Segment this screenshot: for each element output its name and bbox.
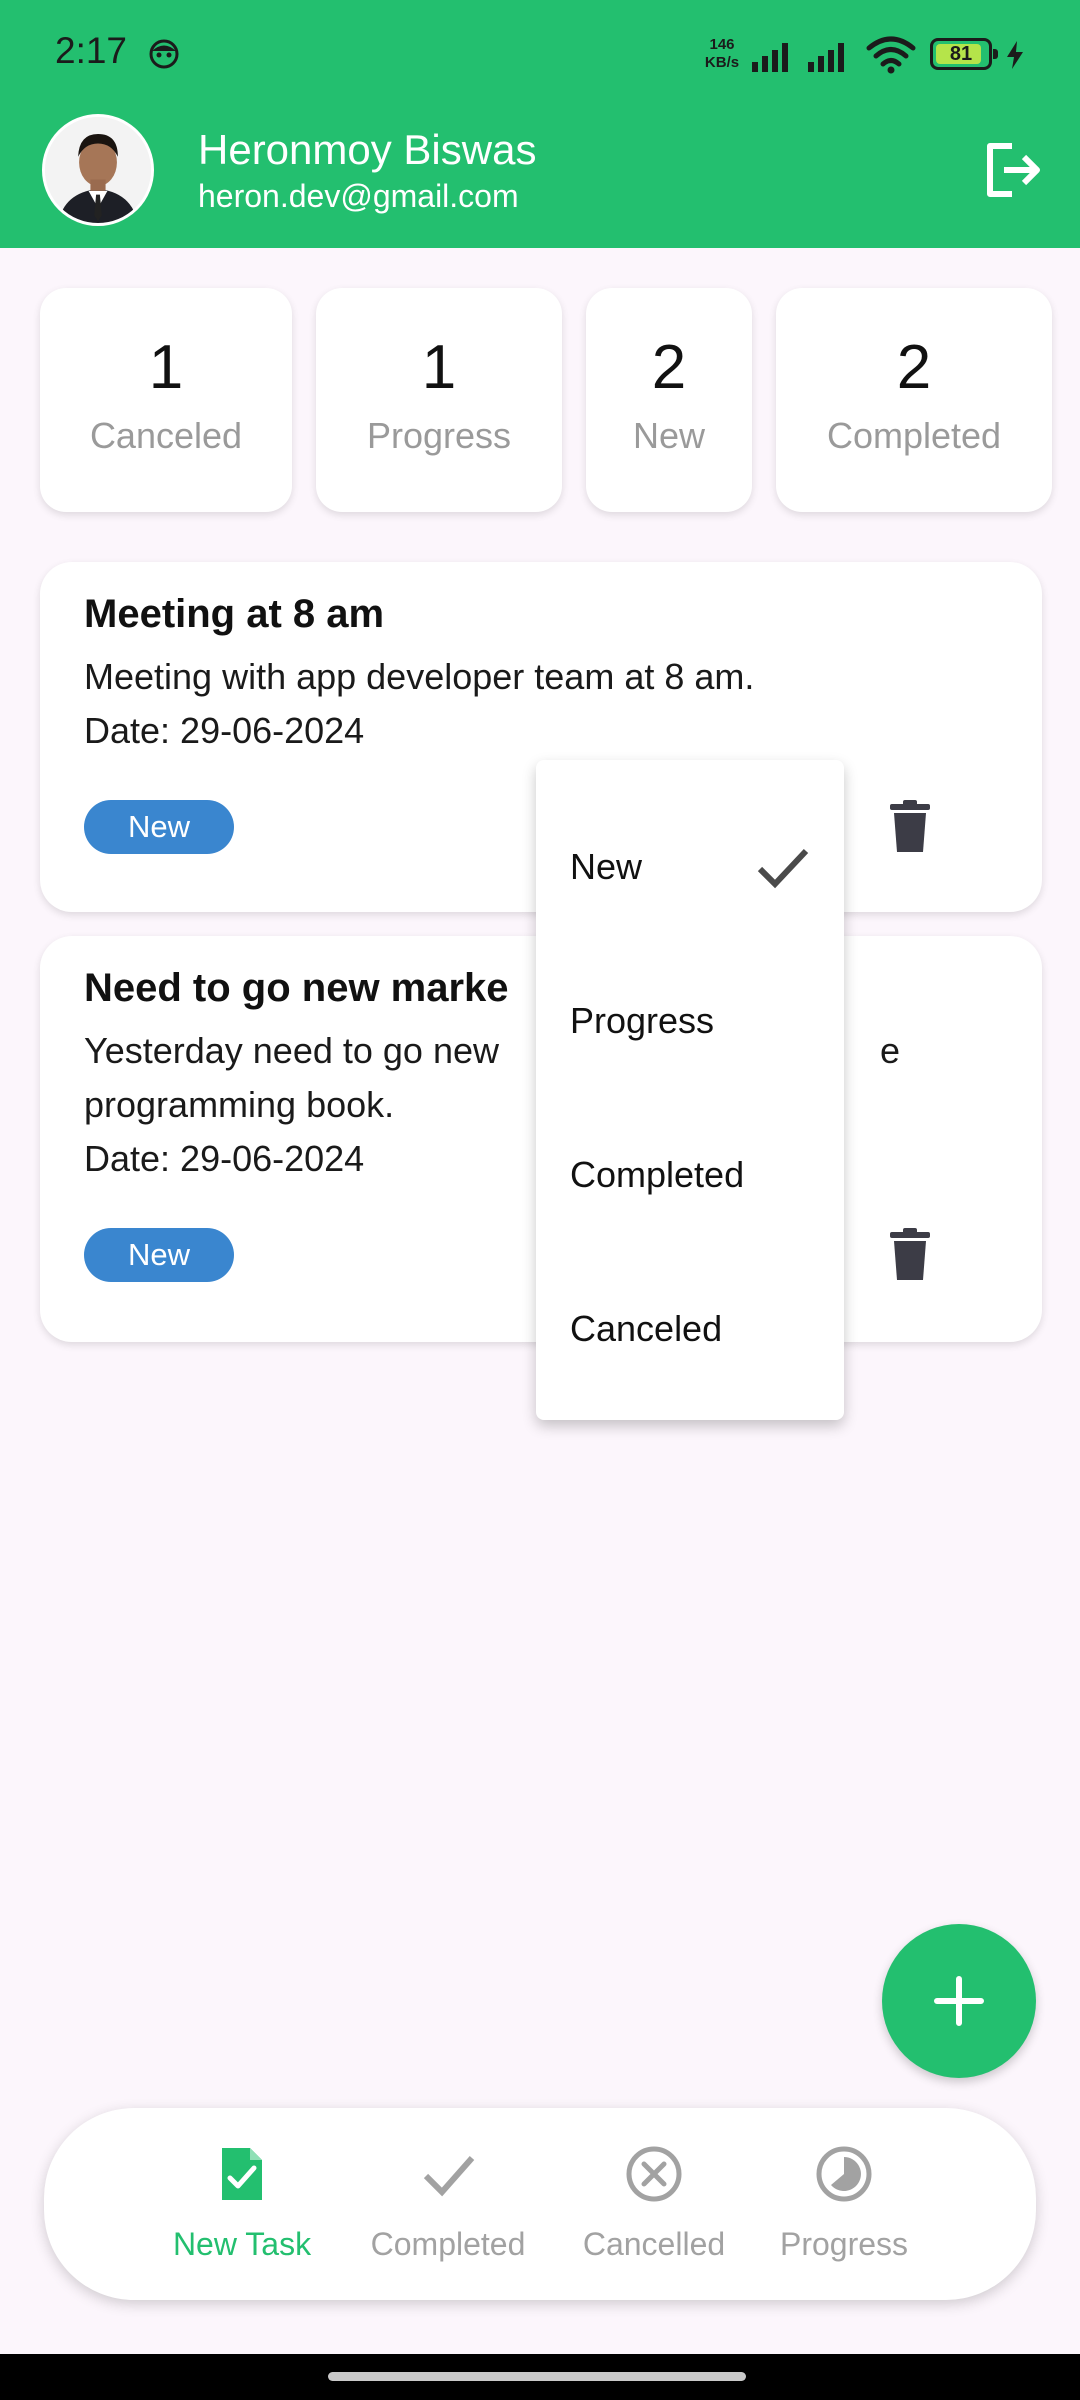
- status-menu: New Progress Completed Canceled: [536, 760, 844, 1420]
- task-description-line1: Yesterday need to go new: [84, 1030, 499, 1071]
- app-header: 2:17 146 KB/s 81 Heronmoy Biswas heron.d…: [0, 0, 1080, 248]
- menu-item-new[interactable]: New: [536, 792, 844, 942]
- plus-icon: [934, 1976, 984, 2026]
- system-gesture-bar: [0, 2354, 1080, 2400]
- avatar[interactable]: [42, 114, 154, 226]
- add-task-button[interactable]: [882, 1924, 1036, 2078]
- nav-label: Progress: [779, 2226, 909, 2262]
- menu-item-completed[interactable]: Completed: [536, 1100, 844, 1250]
- task-title: Meeting at 8 am: [84, 592, 385, 636]
- nav-label: Cancelled: [582, 2226, 726, 2262]
- summary-count: 1: [148, 333, 184, 402]
- menu-item-label: Canceled: [570, 1308, 723, 1349]
- nav-label: Completed: [370, 2226, 526, 2262]
- delete-icon[interactable]: [890, 800, 930, 852]
- summary-card-new: 2 New: [586, 288, 752, 512]
- battery-icon: 81: [930, 38, 998, 70]
- status-bar: 2:17 146 KB/s 81: [0, 0, 1080, 100]
- nav-item-progress[interactable]: Progress: [744, 2144, 944, 2274]
- summary-count: 2: [896, 333, 932, 402]
- bottom-navigation: New Task Completed Cancelled Progress: [44, 2108, 1036, 2300]
- progress-icon: [816, 2146, 872, 2202]
- summary-card-canceled: 1 Canceled: [40, 288, 292, 512]
- network-rate-value: 146: [709, 36, 735, 53]
- menu-item-canceled[interactable]: Canceled: [536, 1254, 844, 1404]
- battery-level: 81: [949, 43, 973, 65]
- nav-item-completed[interactable]: Completed: [348, 2144, 548, 2274]
- summary-label: Completed: [826, 415, 1002, 456]
- signal-icon: [752, 43, 788, 72]
- home-handle[interactable]: [328, 2372, 746, 2381]
- menu-item-label: Progress: [570, 1000, 715, 1041]
- network-rate-unit: KB/s: [704, 54, 740, 71]
- cancel-icon: [626, 2146, 682, 2202]
- task-date: Date: 29-06-2024: [84, 710, 365, 751]
- check-icon: [757, 848, 809, 889]
- summary-count: 2: [651, 333, 687, 402]
- nav-item-cancelled[interactable]: Cancelled: [554, 2144, 754, 2274]
- status-badge: New: [84, 800, 234, 854]
- task-description: Meeting with app developer team at 8 am.: [84, 656, 755, 697]
- nav-label: New Task: [172, 2226, 312, 2262]
- network-rate: 146 KB/s: [694, 36, 750, 72]
- user-email: heron.dev@gmail.com: [198, 178, 519, 214]
- menu-item-progress[interactable]: Progress: [536, 946, 844, 1096]
- task-description-tail: e: [880, 1030, 901, 1071]
- status-badge: New: [84, 1228, 234, 1282]
- task-date: Date: 29-06-2024: [84, 1138, 365, 1179]
- summary-label: Canceled: [89, 415, 243, 456]
- nav-item-new-task[interactable]: New Task: [142, 2144, 342, 2274]
- check-icon: [423, 2156, 475, 2197]
- summary-card-completed: 2 Completed: [776, 288, 1052, 512]
- summary-count: 1: [421, 333, 457, 402]
- profile-photo-icon: [45, 117, 151, 223]
- menu-item-label: Completed: [570, 1154, 745, 1195]
- face-icon: [149, 39, 179, 69]
- summary-card-progress: 1 Progress: [316, 288, 562, 512]
- wifi-icon: [866, 36, 916, 74]
- task-title: Need to go new marke: [84, 966, 509, 1010]
- summary-label: New: [632, 415, 706, 456]
- user-name: Heronmoy Biswas: [198, 126, 537, 173]
- status-time: 2:17: [55, 30, 128, 71]
- menu-item-label: New: [570, 846, 643, 887]
- charging-icon: [1007, 41, 1023, 69]
- logout-icon[interactable]: [982, 140, 1044, 200]
- summary-label: Progress: [366, 415, 512, 456]
- delete-icon[interactable]: [890, 1228, 930, 1280]
- new-task-icon: [222, 2148, 262, 2200]
- signal-icon: [808, 43, 844, 72]
